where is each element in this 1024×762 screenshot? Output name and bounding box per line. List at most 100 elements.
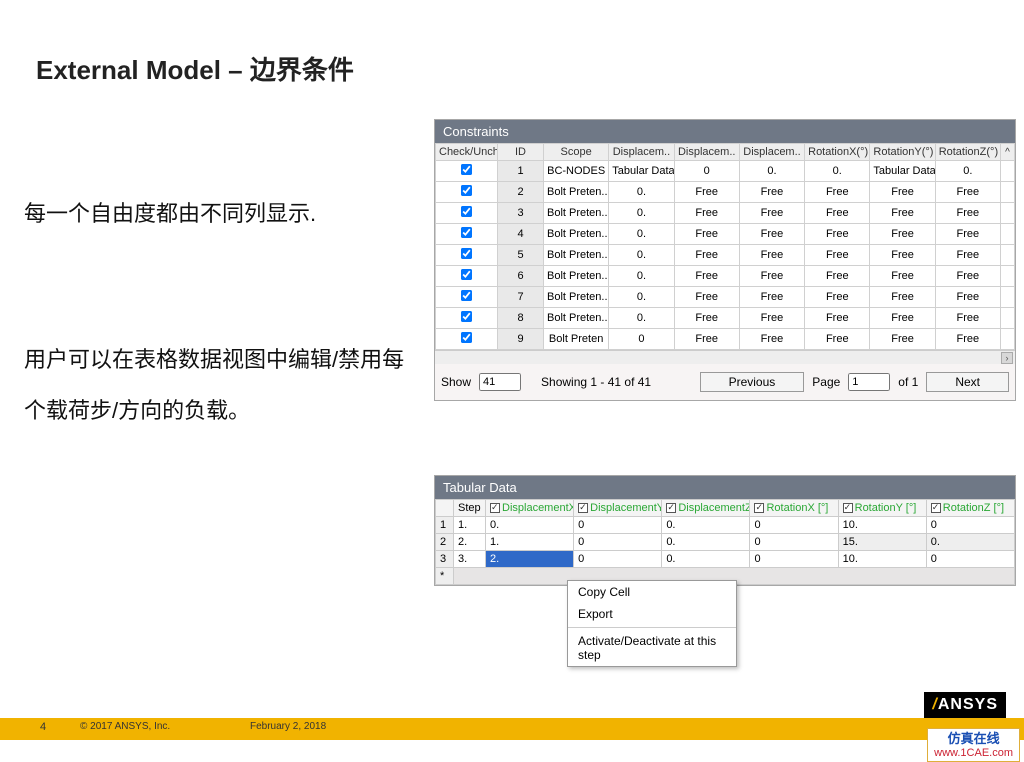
cell-dispx[interactable]: 0. bbox=[609, 224, 674, 245]
cell-dispz[interactable]: Free bbox=[739, 182, 804, 203]
cell-roty[interactable]: 10. bbox=[838, 517, 926, 534]
checkbox-icon[interactable] bbox=[931, 503, 941, 513]
row-checkbox[interactable] bbox=[436, 308, 498, 329]
constraints-row[interactable]: 3Bolt Preten..0.FreeFreeFreeFreeFree bbox=[436, 203, 1015, 224]
constraints-row[interactable]: 4Bolt Preten..0.FreeFreeFreeFreeFree bbox=[436, 224, 1015, 245]
cell-dispz[interactable]: Free bbox=[739, 287, 804, 308]
checkbox-icon[interactable] bbox=[578, 503, 588, 513]
cell-rotx[interactable]: 0 bbox=[750, 534, 838, 551]
cell-dispy[interactable]: Free bbox=[674, 308, 739, 329]
cell-step[interactable]: 2. bbox=[454, 534, 486, 551]
col-scope[interactable]: Scope bbox=[544, 144, 609, 161]
cell-rotz[interactable]: 0. bbox=[926, 534, 1014, 551]
cell-roty[interactable]: Free bbox=[870, 245, 935, 266]
cell-dispz[interactable]: Free bbox=[739, 203, 804, 224]
row-checkbox[interactable] bbox=[436, 245, 498, 266]
cell-scope[interactable]: BC-NODES bbox=[544, 161, 609, 182]
cell-dispy[interactable]: Free bbox=[674, 266, 739, 287]
row-checkbox[interactable] bbox=[436, 182, 498, 203]
cell-rotz[interactable]: Free bbox=[935, 203, 1000, 224]
cell-rotx[interactable]: Free bbox=[805, 308, 870, 329]
cell-scope[interactable]: Bolt Preten.. bbox=[544, 287, 609, 308]
cell-dispy[interactable]: Free bbox=[674, 245, 739, 266]
col-step[interactable]: Step bbox=[454, 500, 486, 517]
cell-dispz[interactable]: Free bbox=[739, 224, 804, 245]
constraints-row[interactable]: 2Bolt Preten..0.FreeFreeFreeFreeFree bbox=[436, 182, 1015, 203]
cell-dispz[interactable]: 0. bbox=[662, 517, 750, 534]
tabular-row[interactable]: 11.0.00.010.0 bbox=[436, 517, 1015, 534]
row-checkbox[interactable] bbox=[436, 203, 498, 224]
row-checkbox[interactable] bbox=[436, 224, 498, 245]
cell-dispx[interactable]: 1. bbox=[486, 534, 574, 551]
cell-rotx[interactable]: 0 bbox=[750, 551, 838, 568]
cell-dispz[interactable]: Free bbox=[739, 266, 804, 287]
constraints-row[interactable]: 9Bolt Preten0FreeFreeFreeFreeFree bbox=[436, 329, 1015, 350]
cell-dispy[interactable]: 0 bbox=[574, 517, 662, 534]
cell-rotx[interactable]: Free bbox=[805, 182, 870, 203]
cell-step[interactable]: 3. bbox=[454, 551, 486, 568]
cell-rotz[interactable]: Free bbox=[935, 266, 1000, 287]
cell-dispy[interactable]: Free bbox=[674, 182, 739, 203]
cell-dispy[interactable]: Free bbox=[674, 224, 739, 245]
menu-copy-cell[interactable]: Copy Cell bbox=[568, 581, 736, 603]
cell-scope[interactable]: Bolt Preten.. bbox=[544, 245, 609, 266]
cell-rotx[interactable]: Free bbox=[805, 287, 870, 308]
row-checkbox[interactable] bbox=[436, 161, 498, 182]
cell-roty[interactable]: 15. bbox=[838, 534, 926, 551]
cell-roty[interactable]: Free bbox=[870, 203, 935, 224]
cell-roty[interactable]: Tabular Data bbox=[870, 161, 935, 182]
cell-dispz[interactable]: 0. bbox=[739, 161, 804, 182]
cell-roty[interactable]: Free bbox=[870, 287, 935, 308]
cell-dispx[interactable]: 0. bbox=[486, 517, 574, 534]
constraints-hscroll[interactable]: › bbox=[435, 350, 1015, 364]
cell-dispz[interactable]: Free bbox=[739, 329, 804, 350]
row-checkbox[interactable] bbox=[436, 329, 498, 350]
col-rotx[interactable]: RotationX(°) bbox=[805, 144, 870, 161]
cell-scope[interactable]: Bolt Preten.. bbox=[544, 203, 609, 224]
cell-dispy[interactable]: 0 bbox=[574, 534, 662, 551]
cell-rotz[interactable]: Free bbox=[935, 287, 1000, 308]
cell-dispx[interactable]: 0. bbox=[609, 266, 674, 287]
checkbox-icon[interactable] bbox=[490, 503, 500, 513]
cell-rotx[interactable]: Free bbox=[805, 245, 870, 266]
cell-dispx[interactable]: 0 bbox=[609, 329, 674, 350]
col-roty[interactable]: RotationY [°] bbox=[838, 500, 926, 517]
scroll-up-icon[interactable]: ^ bbox=[1001, 144, 1015, 161]
cell-scope[interactable]: Bolt Preten.. bbox=[544, 182, 609, 203]
previous-button[interactable]: Previous bbox=[700, 372, 805, 392]
col-roty[interactable]: RotationY(°) bbox=[870, 144, 935, 161]
constraints-row[interactable]: 7Bolt Preten..0.FreeFreeFreeFreeFree bbox=[436, 287, 1015, 308]
cell-dispz[interactable]: Free bbox=[739, 308, 804, 329]
cell-dispy[interactable]: Free bbox=[674, 203, 739, 224]
cell-roty[interactable]: 10. bbox=[838, 551, 926, 568]
cell-dispx[interactable]: 0. bbox=[609, 287, 674, 308]
cell-rotz[interactable]: Free bbox=[935, 182, 1000, 203]
cell-roty[interactable]: Free bbox=[870, 182, 935, 203]
cell-roty[interactable]: Free bbox=[870, 308, 935, 329]
cell-scope[interactable]: Bolt Preten.. bbox=[544, 266, 609, 287]
menu-activate-deactivate[interactable]: Activate/Deactivate at this step bbox=[568, 630, 736, 666]
page-input[interactable] bbox=[848, 373, 890, 391]
cell-rotx[interactable]: 0 bbox=[750, 517, 838, 534]
cell-dispx[interactable]: Tabular Data bbox=[609, 161, 674, 182]
cell-rotx[interactable]: Free bbox=[805, 266, 870, 287]
cell-dispy[interactable]: Free bbox=[674, 329, 739, 350]
col-rotx[interactable]: RotationX [°] bbox=[750, 500, 838, 517]
cell-rotx[interactable]: Free bbox=[805, 329, 870, 350]
cell-dispy[interactable]: 0 bbox=[574, 551, 662, 568]
col-dispy[interactable]: DisplacementY [m] bbox=[574, 500, 662, 517]
row-checkbox[interactable] bbox=[436, 287, 498, 308]
cell-rotz[interactable]: 0. bbox=[935, 161, 1000, 182]
cell-roty[interactable]: Free bbox=[870, 224, 935, 245]
cell-dispx[interactable]: 0. bbox=[609, 245, 674, 266]
col-rotz[interactable]: RotationZ [°] bbox=[926, 500, 1014, 517]
tabular-row[interactable]: 22.1.00.015.0. bbox=[436, 534, 1015, 551]
cell-rotz[interactable]: Free bbox=[935, 245, 1000, 266]
cell-step[interactable]: 1. bbox=[454, 517, 486, 534]
cell-dispz[interactable]: 0. bbox=[662, 534, 750, 551]
checkbox-icon[interactable] bbox=[843, 503, 853, 513]
menu-export[interactable]: Export bbox=[568, 603, 736, 625]
cell-rotz[interactable]: 0 bbox=[926, 551, 1014, 568]
col-dispz[interactable]: DisplacementZ [m] bbox=[662, 500, 750, 517]
cell-rotx[interactable]: Free bbox=[805, 224, 870, 245]
